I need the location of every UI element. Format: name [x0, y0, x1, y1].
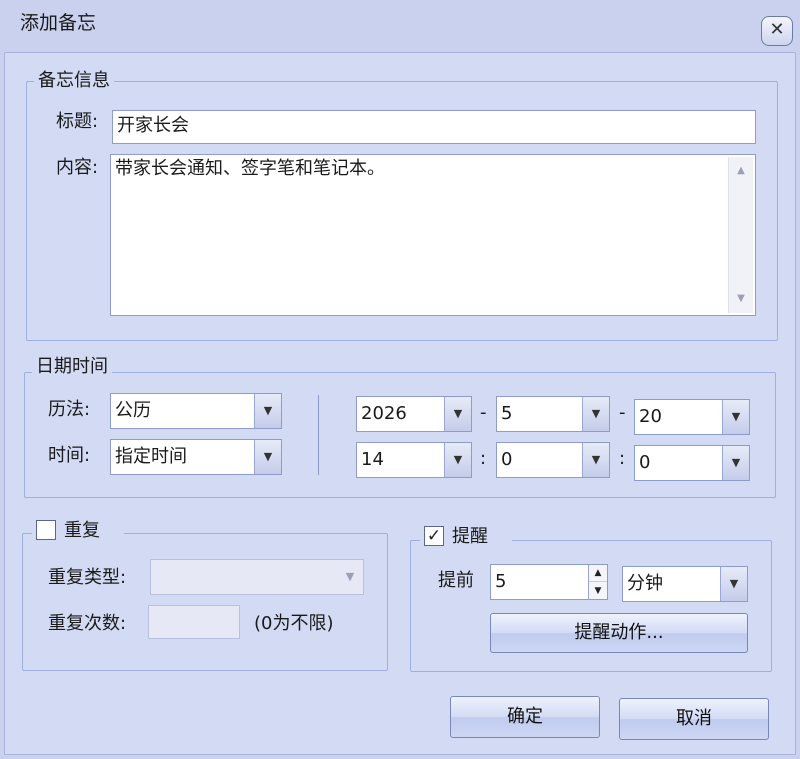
spin-up-icon[interactable]: ▲ — [589, 565, 607, 582]
year-select[interactable]: 2026 ▼ — [356, 396, 472, 432]
content-text: 带家长会通知、签字笔和笔记本。 — [115, 158, 385, 179]
hour-value: 14 — [361, 449, 384, 470]
content-label: 内容: — [56, 157, 99, 178]
minute-dropdown-button[interactable]: ▼ — [582, 443, 609, 477]
title-label: 标题: — [56, 111, 99, 132]
calendar-label: 历法: — [48, 399, 91, 420]
window-title: 添加备忘 — [20, 12, 97, 34]
second-value: 0 — [639, 452, 651, 473]
chevron-down-icon: ▼ — [591, 453, 601, 466]
chevron-down-icon: ▼ — [345, 570, 355, 583]
time-separator: : — [619, 448, 626, 469]
advance-label: 提前 — [438, 570, 474, 591]
repeat-type-select[interactable]: ▼ — [150, 559, 364, 595]
repeat-legend: 重复 — [64, 520, 100, 541]
chevron-down-icon: ▼ — [263, 404, 273, 417]
content-scrollbar[interactable]: ▲ ▼ — [728, 157, 753, 313]
repeat-type-dropdown-button[interactable]: ▼ — [337, 560, 363, 594]
reminder-checkbox[interactable]: ✓ — [424, 526, 444, 546]
chevron-down-icon: ▼ — [453, 407, 463, 420]
spin-down-icon[interactable]: ▼ — [589, 583, 607, 599]
day-dropdown-button[interactable]: ▼ — [722, 400, 749, 434]
date-separator: - — [619, 402, 626, 423]
day-value: 20 — [639, 406, 662, 427]
calendar-value: 公历 — [115, 400, 151, 421]
second-select[interactable]: 0 ▼ — [634, 445, 750, 481]
reminder-legend: 提醒 — [452, 526, 488, 547]
calendar-select[interactable]: 公历 ▼ — [110, 393, 282, 429]
month-dropdown-button[interactable]: ▼ — [582, 397, 609, 431]
memo-info-legend: 备忘信息 — [34, 70, 114, 92]
repeat-group — [22, 533, 388, 671]
day-select[interactable]: 20 ▼ — [634, 399, 750, 435]
month-value: 5 — [501, 403, 513, 424]
reminder-legend-wrap: ✓ 提醒 — [420, 524, 512, 550]
scroll-up-icon[interactable]: ▲ — [729, 161, 753, 181]
chevron-down-icon: ▼ — [729, 577, 739, 590]
unit-dropdown-button[interactable]: ▼ — [720, 567, 747, 601]
hour-select[interactable]: 14 ▼ — [356, 442, 472, 478]
repeat-legend-wrap: 重复 — [32, 518, 124, 544]
repeat-checkbox[interactable] — [36, 520, 56, 540]
time-mode-select[interactable]: 指定时间 ▼ — [110, 439, 282, 475]
cancel-button[interactable]: 取消 — [619, 698, 769, 740]
month-select[interactable]: 5 ▼ — [496, 396, 610, 432]
hour-dropdown-button[interactable]: ▼ — [444, 443, 471, 477]
chevron-down-icon: ▼ — [591, 407, 601, 420]
advance-stepper[interactable]: 5 ▲ ▼ — [490, 564, 608, 600]
reminder-action-button[interactable]: 提醒动作... — [490, 613, 748, 653]
ok-button[interactable]: 确定 — [450, 696, 600, 738]
date-separator: - — [480, 402, 487, 423]
repeat-count-label: 重复次数: — [48, 613, 127, 634]
datetime-legend: 日期时间 — [32, 356, 112, 378]
advance-spin-buttons: ▲ ▼ — [588, 565, 607, 599]
repeat-count-input[interactable] — [148, 605, 240, 639]
time-separator: : — [480, 448, 487, 469]
minute-select[interactable]: 0 ▼ — [496, 442, 610, 478]
datetime-divider — [318, 395, 319, 475]
minute-value: 0 — [501, 449, 513, 470]
title-bar: 添加备忘 ✕ — [0, 0, 800, 52]
time-label: 时间: — [48, 445, 91, 466]
unit-value: 分钟 — [627, 573, 663, 594]
title-input[interactable]: 开家长会 — [112, 110, 756, 144]
time-mode-value: 指定时间 — [115, 446, 187, 467]
chevron-down-icon: ▼ — [731, 410, 741, 423]
second-dropdown-button[interactable]: ▼ — [722, 446, 749, 480]
advance-value: 5 — [495, 571, 507, 592]
chevron-down-icon: ▼ — [263, 450, 273, 463]
year-dropdown-button[interactable]: ▼ — [444, 397, 471, 431]
time-mode-dropdown-button[interactable]: ▼ — [254, 440, 281, 474]
chevron-down-icon: ▼ — [453, 453, 463, 466]
close-button[interactable]: ✕ — [761, 16, 793, 46]
content-textarea[interactable]: 带家长会通知、签字笔和笔记本。 ▲ ▼ — [110, 154, 756, 316]
repeat-count-hint: (0为不限) — [254, 613, 334, 634]
chevron-down-icon: ▼ — [731, 456, 741, 469]
scroll-down-icon[interactable]: ▼ — [729, 289, 753, 309]
repeat-type-label: 重复类型: — [48, 567, 127, 588]
calendar-dropdown-button[interactable]: ▼ — [254, 394, 281, 428]
unit-select[interactable]: 分钟 ▼ — [622, 566, 748, 602]
close-icon: ✕ — [769, 19, 785, 40]
year-value: 2026 — [361, 403, 407, 424]
